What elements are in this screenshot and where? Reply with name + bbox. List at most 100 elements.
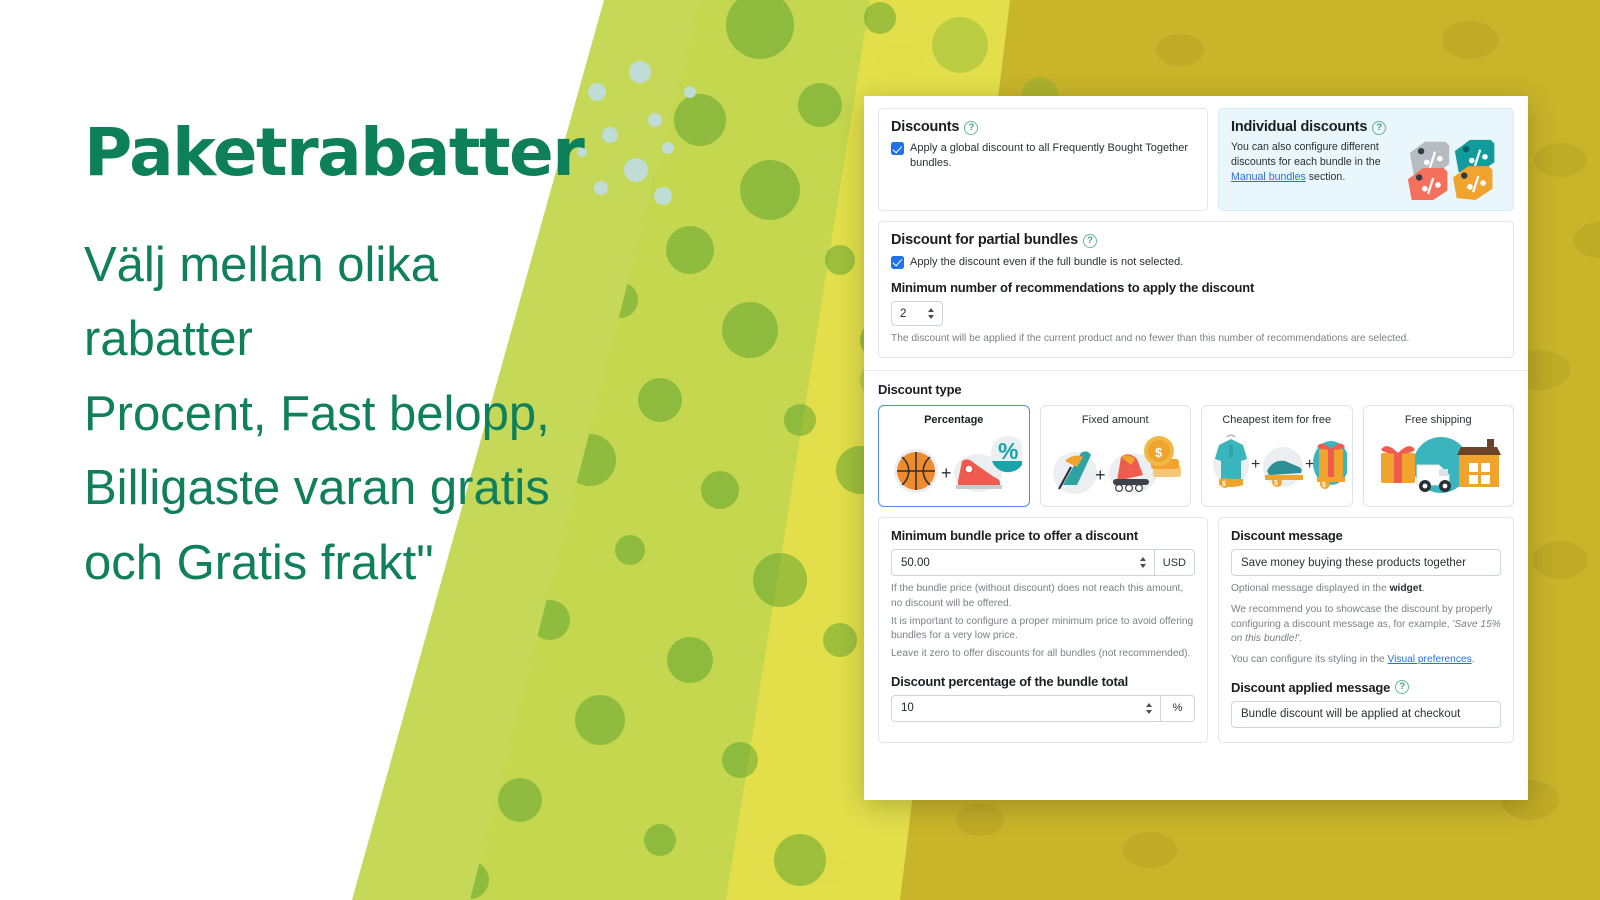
top-row: Discounts ? Apply a global discount to a… <box>878 108 1514 212</box>
min-price-hint-2: It is important to configure a proper mi… <box>891 615 1194 642</box>
basketball-sneaker-percent-icon: + % <box>893 436 1022 494</box>
discount-type-percentage-label: Percentage <box>924 414 984 427</box>
subcopy-line: Billigaste varan gratis <box>84 461 550 516</box>
stepper-up-icon[interactable] <box>928 308 934 313</box>
global-discount-checkbox[interactable] <box>891 142 904 156</box>
min-recommendations-hint: The discount will be applied if the curr… <box>891 333 1410 345</box>
svg-text:+: + <box>1305 456 1314 473</box>
min-price-stepper[interactable] <box>1138 557 1154 569</box>
help-circle-icon[interactable]: ? <box>1372 120 1387 135</box>
discount-type-options: Percentage + % Fixed amount + $ Cheapest… <box>878 405 1514 508</box>
individual-discounts-title-text: Individual discounts <box>1231 119 1368 135</box>
help-circle-icon[interactable]: ? <box>1082 234 1097 249</box>
discount-type-fixed-amount-label: Fixed amount <box>1081 414 1149 427</box>
discounts-title-text: Discounts <box>891 119 960 135</box>
svg-text:$: $ <box>1322 482 1326 489</box>
hint-a-bold: widget <box>1389 583 1422 595</box>
discount-type-free-shipping-label: Free shipping <box>1404 414 1472 427</box>
discount-message-value[interactable]: Save money buying these products togethe… <box>1241 557 1466 569</box>
marketing-copy: Paketrabatter Välj mellan olika rabatter… <box>84 120 744 600</box>
subcopy-line: Procent, Fast belopp, <box>84 386 550 441</box>
help-circle-icon[interactable]: ? <box>1395 680 1410 695</box>
subcopy-line: och Gratis frakt" <box>84 535 434 590</box>
subcopy-line: rabatter <box>84 312 253 367</box>
svg-text:%: % <box>998 438 1018 464</box>
individual-discounts-text-before: You can also configure different discoun… <box>1231 141 1381 169</box>
discount-message-hint-c: You can configure its styling in the Vis… <box>1231 653 1501 668</box>
stepper-down-icon[interactable] <box>928 315 934 320</box>
gift-truck-house-icon <box>1381 437 1502 494</box>
subcopy-line: Välj mellan olika <box>84 238 439 292</box>
hint-c-pre: You can configure its styling in the <box>1231 654 1388 666</box>
discounts-card: Discounts ? Apply a global discount to a… <box>878 108 1208 212</box>
min-price-card: Minimum bundle price to offer a discount… <box>878 517 1208 743</box>
min-price-field[interactable]: 50.00 USD <box>891 549 1195 577</box>
hint-b-post: . <box>1299 633 1303 645</box>
app-screenshot-panel: Discounts ? Apply a global discount to a… <box>864 96 1528 800</box>
stepper-down-icon[interactable] <box>1139 564 1146 569</box>
discount-type-free-shipping[interactable]: Free shipping <box>1362 405 1514 508</box>
partial-bundle-checkbox[interactable] <box>891 255 904 269</box>
help-circle-icon[interactable]: ? <box>964 120 979 135</box>
discount-percentage-value[interactable]: 10 <box>901 702 914 714</box>
min-recommendations-label: Minimum number of recommendations to app… <box>891 280 1255 296</box>
partial-bundle-checkbox-row[interactable]: Apply the discount even if the full bund… <box>891 255 1501 270</box>
individual-discounts-text-after: section. <box>1305 171 1346 184</box>
discount-message-hint-a: Optional message displayed in the widget… <box>1231 582 1501 597</box>
discount-type-percentage[interactable]: Percentage + % <box>878 405 1030 508</box>
skateboard-rollerskate-coins-icon: + $ <box>1053 436 1182 495</box>
min-price-input[interactable]: 50.00 <box>891 549 1155 577</box>
discount-message-label: Discount message <box>1231 528 1343 544</box>
min-price-hint-3: Leave it zero to offer discounts for all… <box>891 648 1191 660</box>
discount-applied-message-value[interactable]: Bundle discount will be applied at check… <box>1241 708 1460 720</box>
partial-bundles-card: Discount for partial bundles ? Apply the… <box>878 221 1514 359</box>
svg-text:$: $ <box>1274 480 1278 487</box>
individual-discounts-title: Individual discounts ? <box>1231 119 1501 136</box>
discount-percentage-field[interactable]: 10 % <box>891 694 1195 722</box>
discount-tags-icon <box>1407 140 1495 201</box>
marketing-subcopy: Välj mellan olika rabatter Procent, Fast… <box>84 228 744 600</box>
individual-discounts-text: You can also configure different discoun… <box>1231 140 1403 185</box>
discount-type-fixed-amount[interactable]: Fixed amount + $ <box>1039 405 1191 508</box>
visual-preferences-link[interactable]: Visual preferences <box>1388 654 1472 665</box>
individual-discounts-card: Individual discounts ? You can also conf… <box>1218 108 1514 212</box>
stepper-down-icon[interactable] <box>1146 709 1152 714</box>
partial-bundle-checkbox-label: Apply the discount even if the full bund… <box>910 255 1184 268</box>
partial-bundles-title: Discount for partial bundles ? <box>891 232 1501 249</box>
svg-text:+: + <box>941 463 952 483</box>
svg-text:+: + <box>1251 456 1260 473</box>
min-recommendations-value[interactable]: 2 <box>892 308 926 320</box>
bottom-row: Minimum bundle price to offer a discount… <box>878 517 1514 743</box>
discount-applied-message-label: Discount applied message ? <box>1231 680 1501 695</box>
discount-type-label: Discount type <box>878 382 962 398</box>
global-discount-checkbox-label: Apply a global discount to all Frequentl… <box>910 142 1189 169</box>
partial-bundles-title-text: Discount for partial bundles <box>891 232 1078 249</box>
manual-bundles-link[interactable]: Manual bundles <box>1231 171 1306 183</box>
svg-text:+: + <box>1095 465 1106 485</box>
stepper-up-icon[interactable] <box>1139 557 1146 562</box>
svg-text:$: $ <box>1222 481 1226 488</box>
discount-message-card: Discount message Save money buying these… <box>1218 517 1514 743</box>
stepper-arrows[interactable] <box>926 308 942 320</box>
global-discount-checkbox-row[interactable]: Apply a global discount to all Frequentl… <box>891 141 1195 170</box>
min-price-value[interactable]: 50.00 <box>901 557 930 569</box>
hint-a-pre: Optional message displayed in the <box>1231 583 1390 595</box>
min-recommendations-stepper[interactable]: 2 <box>891 301 943 327</box>
divider <box>864 370 1528 372</box>
svg-text:$: $ <box>1155 445 1163 460</box>
discount-type-cheapest-item-free-label: Cheapest item for free <box>1222 414 1332 427</box>
discount-percentage-label: Discount percentage of the bundle total <box>891 673 1129 689</box>
discount-percentage-stepper[interactable] <box>1144 702 1160 714</box>
stepper-up-icon[interactable] <box>1146 702 1152 707</box>
discount-percentage-input[interactable]: 10 <box>891 694 1161 722</box>
min-price-currency: USD <box>1154 549 1195 577</box>
discount-applied-message-input[interactable]: Bundle discount will be applied at check… <box>1231 700 1501 728</box>
page-title: Paketrabatter <box>84 114 585 191</box>
hint-c-post: . <box>1471 654 1475 666</box>
min-price-hint-1: If the bundle price (without discount) d… <box>891 583 1184 609</box>
discount-type-cheapest-item-free[interactable]: Cheapest item for free $ + $ + $ <box>1201 405 1353 508</box>
discount-applied-message-label-text: Discount applied message <box>1231 679 1391 695</box>
discount-message-input[interactable]: Save money buying these products togethe… <box>1231 549 1501 577</box>
hint-a-post: . <box>1421 583 1425 595</box>
min-price-label: Minimum bundle price to offer a discount <box>891 528 1138 544</box>
